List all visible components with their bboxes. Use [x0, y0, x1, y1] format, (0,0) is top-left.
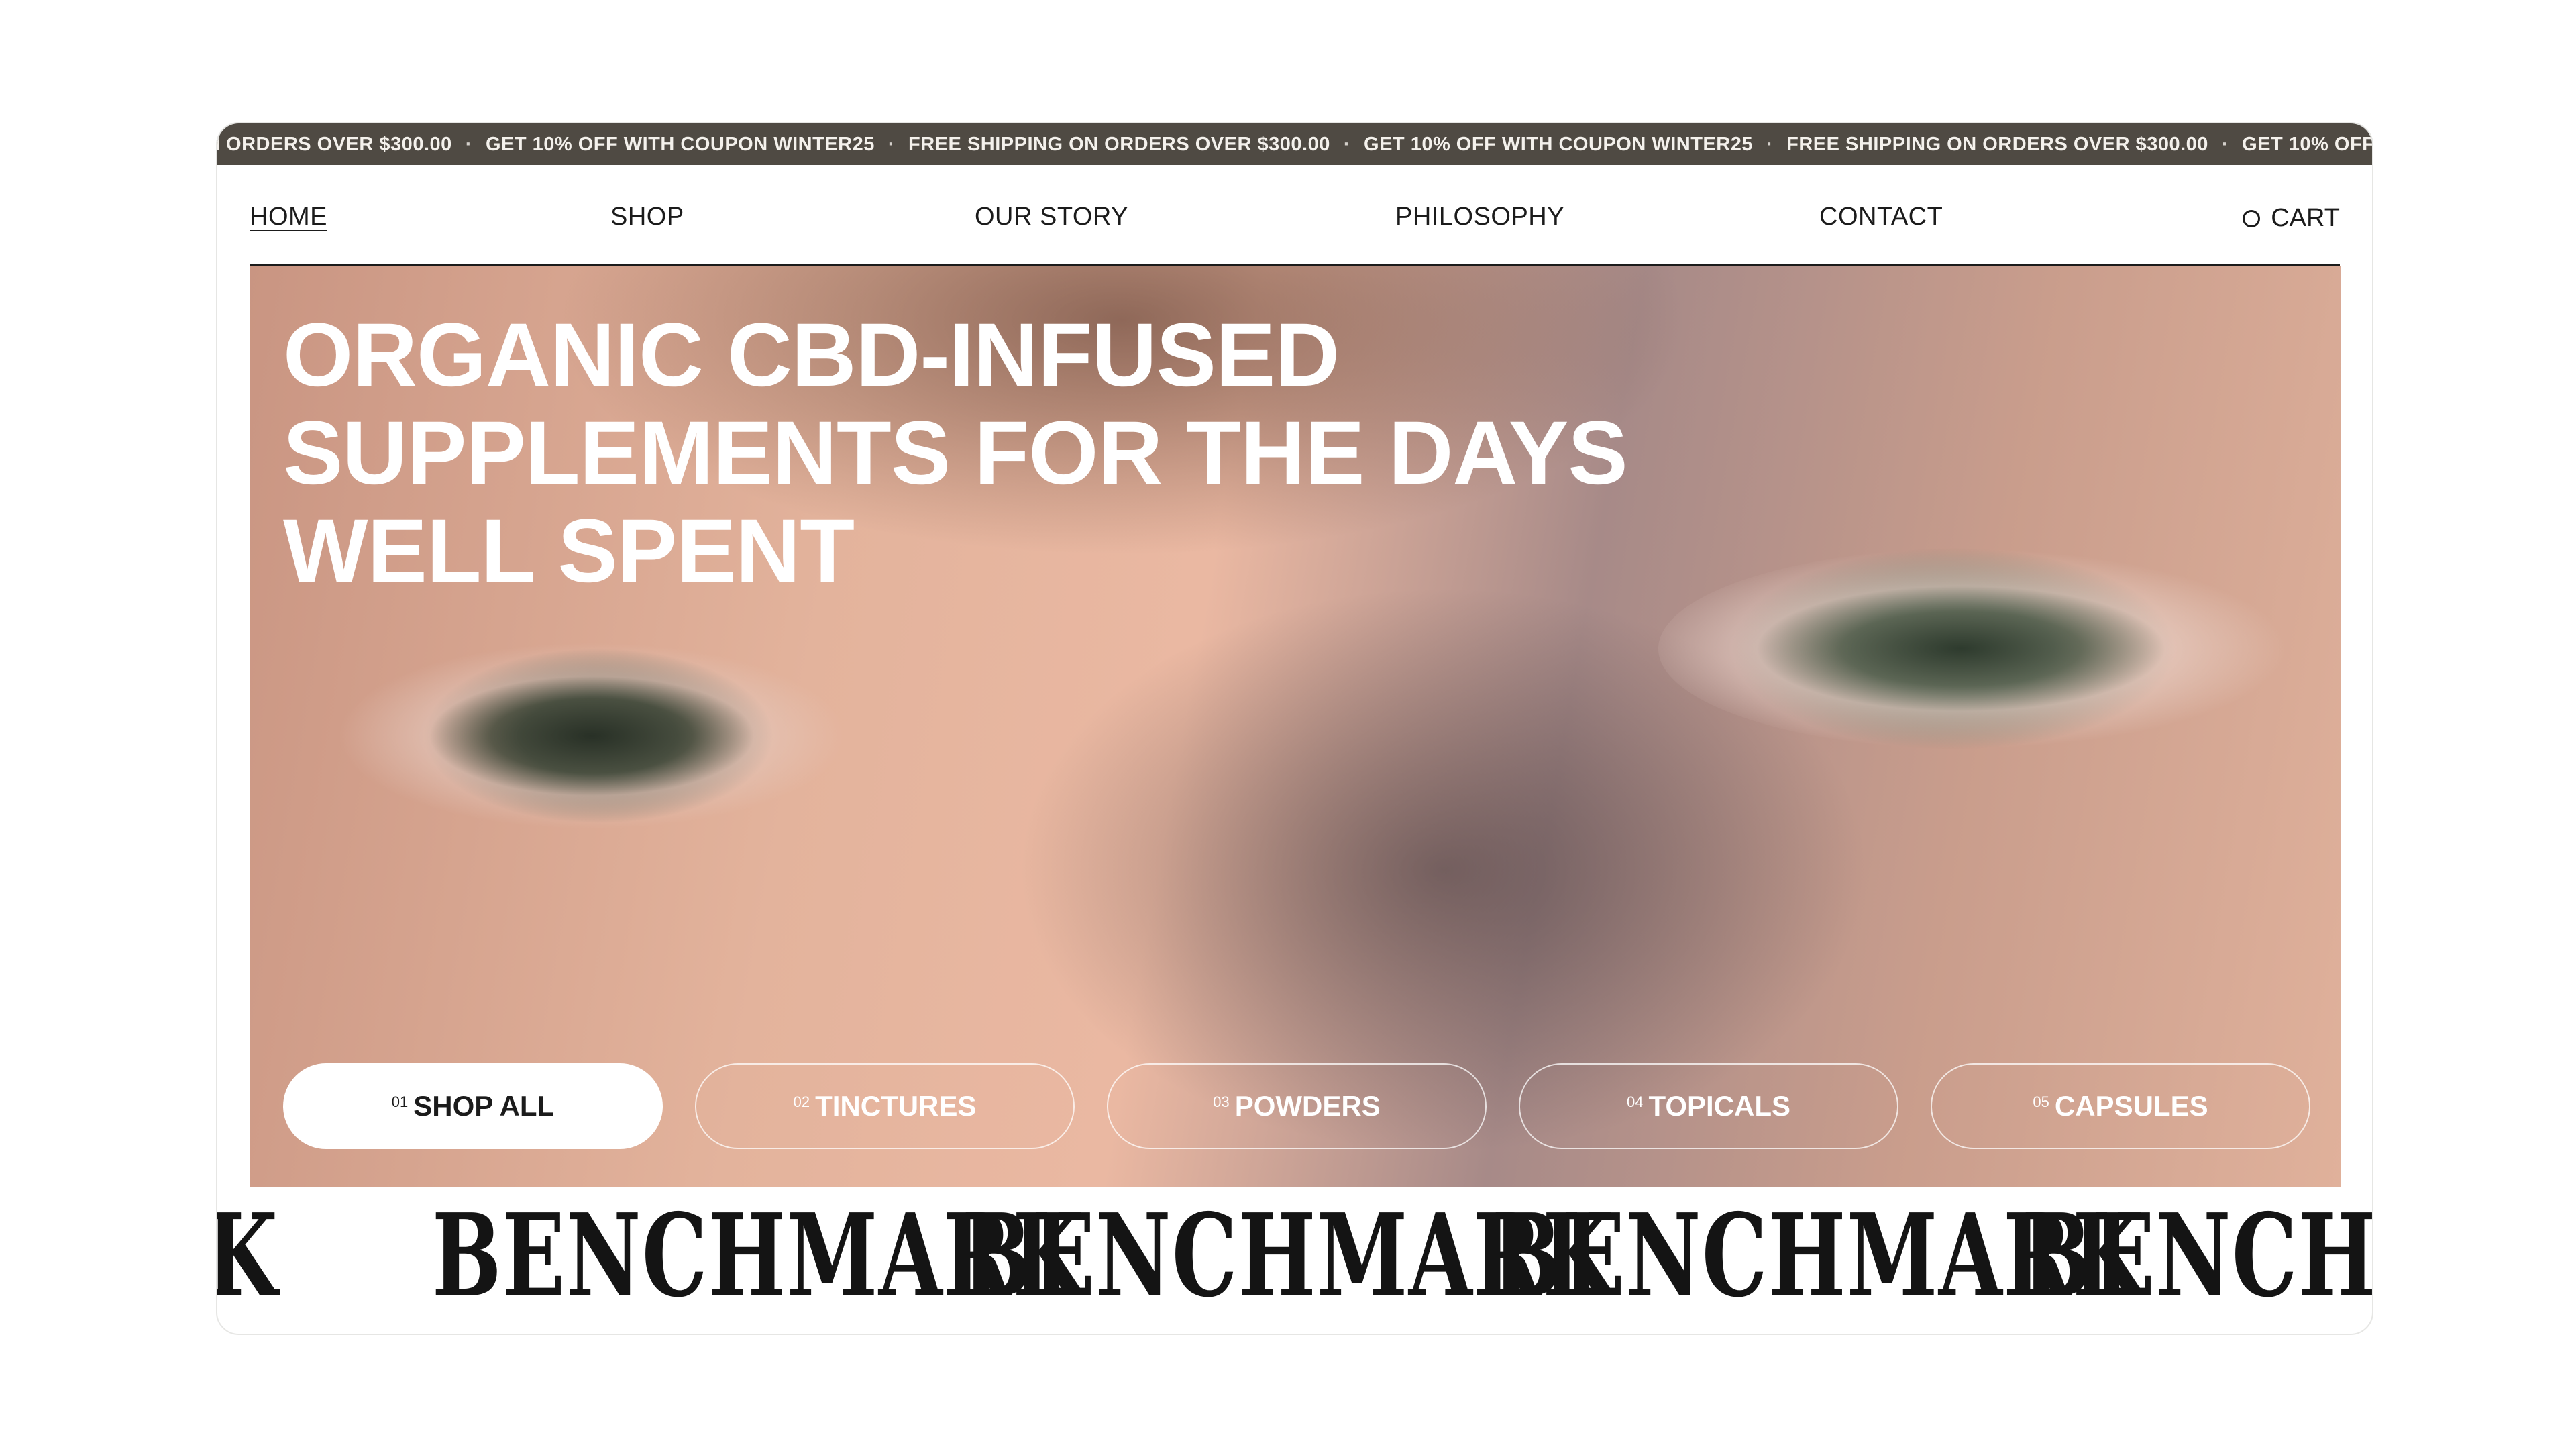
brand-wordmark: BENCHMARK	[1492, 1197, 2145, 1315]
ticker-separator: ·	[1343, 133, 1351, 155]
category-label: CAPSULES	[2054, 1090, 2208, 1122]
ticker-item: FREE SHIPPING ON ORDERS OVER $300.00	[908, 133, 1330, 155]
ticker-item: GET 10% OFF WITH CO	[2242, 133, 2372, 155]
ticker-item: FREE SHIPPING ON ORDERS OVER $300.00	[1786, 133, 2208, 155]
category-number: 05	[2033, 1093, 2049, 1110]
brand-track: HMARK BENCHMARK BENCHMARK BENCHMARK BENC…	[217, 1197, 2372, 1315]
hero-title-line: SUPPLEMENTS FOR THE DAYS	[283, 403, 1628, 503]
ticker-separator: ·	[888, 133, 896, 155]
brand-wordmark: BENCH	[2022, 1197, 2372, 1315]
category-topicals-button[interactable]: 04 TOPICALS	[1519, 1063, 1898, 1149]
cart-button[interactable]: CART	[2243, 204, 2340, 233]
site-window: ON ORDERS OVER $300.00 · GET 10% OFF WIT…	[216, 122, 2373, 1335]
nav-philosophy[interactable]: PHILOSOPHY	[1395, 203, 1564, 231]
main-nav: HOME SHOP OUR STORY PHILOSOPHY CONTACT C…	[250, 165, 2340, 266]
nav-shop[interactable]: SHOP	[610, 203, 684, 231]
nav-our-story[interactable]: OUR STORY	[975, 203, 1128, 231]
ticker-item: GET 10% OFF WITH COUPON WINTER25	[485, 133, 875, 155]
hero-title-line: ORGANIC CBD-INFUSED	[283, 305, 1340, 405]
brand-wordmark: BENCHMARK	[962, 1197, 1615, 1315]
ticker-separator: ·	[2221, 133, 2229, 155]
category-number: 01	[391, 1093, 409, 1110]
category-label: TOPICALS	[1648, 1090, 1791, 1122]
category-powders-button[interactable]: 03 POWDERS	[1107, 1063, 1487, 1149]
cart-icon	[2243, 209, 2261, 227]
category-tinctures-button[interactable]: 02 TINCTURES	[695, 1063, 1075, 1149]
brand-wordmark: BENCHMARK	[432, 1197, 1085, 1315]
brand-wordmark: HMARK	[217, 1197, 284, 1315]
brand-marquee: HMARK BENCHMARK BENCHMARK BENCHMARK BENC…	[217, 1197, 2372, 1315]
category-shop-all-button[interactable]: 01 SHOP ALL	[283, 1063, 663, 1149]
category-label: SHOP ALL	[413, 1090, 555, 1122]
category-number: 04	[1626, 1093, 1644, 1110]
category-pills: 01 SHOP ALL 02 TINCTURES 03 POWDERS 04 T…	[283, 1063, 2310, 1149]
category-number: 02	[793, 1093, 810, 1110]
ticker-track: ON ORDERS OVER $300.00 · GET 10% OFF WIT…	[217, 123, 2372, 165]
category-label: TINCTURES	[815, 1090, 977, 1122]
announcement-ticker: ON ORDERS OVER $300.00 · GET 10% OFF WIT…	[217, 123, 2372, 165]
nav-contact[interactable]: CONTACT	[1819, 203, 1943, 231]
cart-label: CART	[2271, 204, 2340, 232]
nav-home[interactable]: HOME	[250, 203, 327, 231]
category-number: 03	[1213, 1093, 1230, 1110]
hero-banner: ORGANIC CBD-INFUSED SUPPLEMENTS FOR THE …	[250, 266, 2341, 1187]
category-capsules-button[interactable]: 05 CAPSULES	[1931, 1063, 2310, 1149]
eye-image-left	[337, 642, 847, 830]
ticker-separator: ·	[1766, 133, 1774, 155]
ticker-item: ON ORDERS OVER $300.00	[217, 133, 452, 155]
hero-title-line: WELL SPENT	[283, 501, 855, 601]
category-label: POWDERS	[1234, 1090, 1381, 1122]
hero-title: ORGANIC CBD-INFUSED SUPPLEMENTS FOR THE …	[283, 307, 1692, 600]
ticker-separator: ·	[465, 133, 472, 155]
eye-image-right	[1658, 548, 2289, 749]
ticker-item: GET 10% OFF WITH COUPON WINTER25	[1364, 133, 1753, 155]
